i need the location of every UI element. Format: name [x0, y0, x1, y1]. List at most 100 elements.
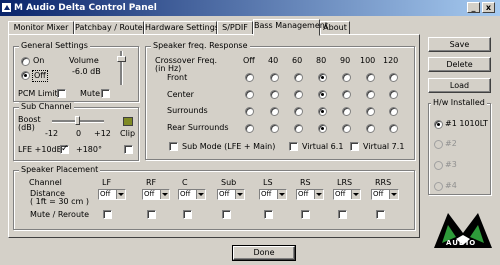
- distance-select[interactable]: Off: [217, 189, 245, 200]
- freq-col-off: Off: [243, 56, 255, 65]
- speaker-placement-group: Speaker Placement Channel Distance ( 1ft…: [13, 165, 415, 230]
- dropdown-arrow-icon[interactable]: [235, 190, 244, 199]
- row-label-center: Center: [167, 90, 194, 99]
- virtual-71-label: Virtual 7.1: [363, 142, 405, 151]
- sub-mode-checkbox[interactable]: [169, 142, 178, 151]
- freq-col-120: 120: [383, 56, 399, 65]
- crossover-radio[interactable]: [342, 124, 351, 133]
- crossover-radio[interactable]: [270, 107, 279, 116]
- crossover-radio[interactable]: [294, 73, 303, 82]
- crossover-radio[interactable]: [245, 124, 254, 133]
- delete-button[interactable]: Delete: [428, 57, 491, 72]
- distance-select[interactable]: Off: [371, 189, 399, 200]
- save-button[interactable]: Save: [428, 37, 491, 52]
- row-label-rear-surrounds: Rear Surrounds: [167, 123, 229, 132]
- volume-slider-thumb[interactable]: [117, 56, 126, 62]
- hw-item-1: #1 1010LT: [445, 119, 488, 128]
- hw-radio-4[interactable]: [434, 182, 443, 191]
- crossover-radio[interactable]: [294, 107, 303, 116]
- dropdown-arrow-icon[interactable]: [160, 190, 169, 199]
- crossover-radio[interactable]: [270, 90, 279, 99]
- crossover-radio[interactable]: [294, 90, 303, 99]
- placement-channel-label: C: [182, 178, 188, 187]
- crossover-radio[interactable]: [245, 90, 254, 99]
- hw-item-4: #4: [445, 181, 457, 190]
- mute-reroute-checkbox[interactable]: [147, 210, 156, 219]
- hw-radio-3[interactable]: [434, 161, 443, 170]
- crossover-radio[interactable]: [245, 73, 254, 82]
- pcm-limit-checkbox[interactable]: [57, 89, 66, 98]
- crossover-radio[interactable]: [245, 107, 254, 116]
- distance-select[interactable]: Off: [142, 189, 170, 200]
- mute-reroute-checkbox[interactable]: [103, 210, 112, 219]
- virtual-71-checkbox[interactable]: [350, 142, 359, 151]
- crossover-radio[interactable]: [318, 107, 327, 116]
- done-button[interactable]: Done: [232, 245, 296, 261]
- distance-select[interactable]: Off: [259, 189, 287, 200]
- dropdown-arrow-icon[interactable]: [277, 190, 286, 199]
- dropdown-arrow-icon[interactable]: [196, 190, 205, 199]
- load-button[interactable]: Load: [428, 78, 491, 93]
- tab-spdif[interactable]: S/PDIF: [217, 21, 253, 35]
- radio-on[interactable]: [21, 57, 30, 66]
- mute-reroute-checkbox[interactable]: [222, 210, 231, 219]
- speaker-placement-title: Speaker Placement: [19, 165, 101, 175]
- dropdown-arrow-icon[interactable]: [389, 190, 398, 199]
- radio-off[interactable]: [21, 71, 30, 80]
- mute-reroute-label: Mute / Reroute: [30, 210, 90, 219]
- lfe-checkbox[interactable]: [60, 144, 69, 154]
- volume-value: -6.0 dB: [72, 67, 101, 76]
- crossover-radio[interactable]: [318, 124, 327, 133]
- logo-text: AUDIO: [446, 239, 477, 247]
- crossover-radio[interactable]: [366, 107, 375, 116]
- tab-patchbay-router[interactable]: Patchbay / Router: [74, 21, 146, 35]
- mute-reroute-checkbox[interactable]: [301, 210, 310, 219]
- placement-channel-label: LS: [263, 178, 273, 187]
- crossover-radio[interactable]: [366, 73, 375, 82]
- placement-channel-label: LF: [102, 178, 112, 187]
- placement-channel-label: RRS: [375, 178, 392, 187]
- dropdown-arrow-icon[interactable]: [351, 190, 360, 199]
- mute-reroute-checkbox[interactable]: [338, 210, 347, 219]
- crossover-radio[interactable]: [342, 107, 351, 116]
- minimize-button[interactable]: _: [467, 2, 480, 13]
- crossover-radio[interactable]: [270, 73, 279, 82]
- general-settings-group: General Settings On Off Volume -6.0 dB P…: [13, 41, 139, 102]
- speaker-freq-response-group: Speaker freq. Response Crossover Freq. (…: [145, 41, 415, 160]
- tab-bass-management[interactable]: Bass Management: [253, 19, 328, 36]
- distance-select[interactable]: Off: [98, 189, 126, 200]
- distance-select[interactable]: Off: [333, 189, 361, 200]
- crossover-radio[interactable]: [270, 124, 279, 133]
- crossover-radio[interactable]: [294, 124, 303, 133]
- crossover-radio[interactable]: [389, 107, 398, 116]
- freq-col-80: 80: [316, 56, 327, 65]
- boost-unit: (dB): [18, 123, 35, 132]
- distance-select[interactable]: Off: [296, 189, 324, 200]
- crossover-radio[interactable]: [389, 90, 398, 99]
- boost-slider-thumb[interactable]: [75, 116, 80, 125]
- mute-checkbox[interactable]: [101, 89, 110, 98]
- crossover-radio[interactable]: [318, 73, 327, 82]
- crossover-radio[interactable]: [342, 90, 351, 99]
- crossover-radio[interactable]: [366, 124, 375, 133]
- crossover-radio[interactable]: [366, 90, 375, 99]
- hw-radio-1[interactable]: [434, 120, 443, 129]
- mute-reroute-checkbox[interactable]: [183, 210, 192, 219]
- pcm-limit-label: PCM Limit: [18, 89, 58, 98]
- crossover-radio[interactable]: [318, 90, 327, 99]
- hw-radio-2[interactable]: [434, 140, 443, 149]
- dropdown-arrow-icon[interactable]: [116, 190, 125, 199]
- distance-select[interactable]: Off: [178, 189, 206, 200]
- mute-reroute-checkbox[interactable]: [264, 210, 273, 219]
- phase-checkbox[interactable]: [124, 145, 133, 154]
- close-button[interactable]: x: [482, 2, 495, 13]
- distance-unit: ( 1ft = 30 cm ): [30, 197, 89, 206]
- crossover-radio[interactable]: [342, 73, 351, 82]
- dropdown-arrow-icon[interactable]: [314, 190, 323, 199]
- mute-reroute-checkbox[interactable]: [376, 210, 385, 219]
- tab-hardware-settings[interactable]: Hardware Settings: [144, 21, 219, 35]
- virtual-61-checkbox[interactable]: [289, 142, 298, 151]
- crossover-radio[interactable]: [389, 124, 398, 133]
- crossover-radio[interactable]: [389, 73, 398, 82]
- tab-monitor-mixer[interactable]: Monitor Mixer: [8, 21, 74, 35]
